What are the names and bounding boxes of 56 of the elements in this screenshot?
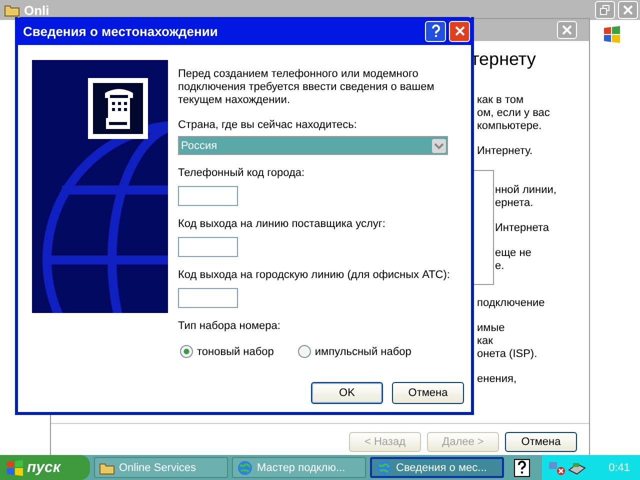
dialog-button[interactable]: OK [311,382,383,404]
country-dropdown[interactable]: Россия [178,136,448,155]
text-line: компьютере. [477,120,543,133]
radio-option[interactable]: импульсный набор [298,345,412,358]
taskbar-button[interactable]: Сведения о мес... [370,457,504,478]
clock: 0:41 [608,462,630,474]
restore-icon [600,5,610,15]
text-line: е. [495,260,506,273]
text-line: онета (ISP). [477,348,538,361]
text-line: еще не [495,247,532,260]
restore-button[interactable] [595,1,615,19]
option-label: импульсный набор [314,346,412,358]
field-label: Код выхода на линию поставщика услуг: [178,218,386,230]
close-icon [454,25,466,37]
network-icon[interactable] [548,460,566,476]
radio-button[interactable] [298,345,311,358]
text-line: имые [477,322,506,335]
field-label: Тип набора номера: [178,320,282,332]
text-line: Интернета [495,222,550,235]
text-line: как [477,335,494,348]
intro-text: Перед созданием телефонного или модемного подключения требуется ввести сведения о вашем текущем нахождении. [178,68,436,107]
flag-icon [6,460,24,476]
option-label: тоновый набор [197,346,274,358]
text-line: енения, [477,373,518,386]
folder-icon [99,460,115,474]
text-line: как в том [477,94,525,107]
text-line: ернета. [495,197,534,210]
window-title: Onli [24,2,50,18]
input-field[interactable] [178,288,238,308]
close-button[interactable] [449,20,470,42]
close-icon [562,25,572,35]
field-label: Код выхода на городскую линию (для офисных АТС): [178,269,450,281]
field-label: Телефонный код города: [178,167,306,179]
text-line: Интернету. [477,145,534,158]
wizard-heading: тернету [471,49,537,70]
wizard-button[interactable]: Отмена [505,432,577,452]
folder-icon [4,3,20,17]
radio-button[interactable] [180,345,193,358]
flag-icon [602,24,622,44]
field-label: Страна, где вы сейчас находитесь: [178,119,358,131]
taskbar-button[interactable]: Мастер подклю... [232,457,366,478]
text-line: подключение [477,297,546,310]
close-icon [623,5,633,15]
dialog-button[interactable]: Отмена [392,382,464,404]
radio-option[interactable]: тоновый набор [180,345,274,358]
input-field[interactable] [178,237,238,257]
help-icon[interactable] [514,458,530,476]
start-button[interactable]: пуск [0,455,90,480]
input-field[interactable] [178,186,238,206]
help-button[interactable] [425,20,446,42]
globe-icon [237,460,253,476]
globe-icon [376,460,392,476]
taskbar-button[interactable]: Online Services [94,457,228,478]
window-title: Сведения о местонахождении [23,24,219,38]
text-line: ом, если у вас [477,107,551,120]
text-line: нной линии, [495,184,556,197]
